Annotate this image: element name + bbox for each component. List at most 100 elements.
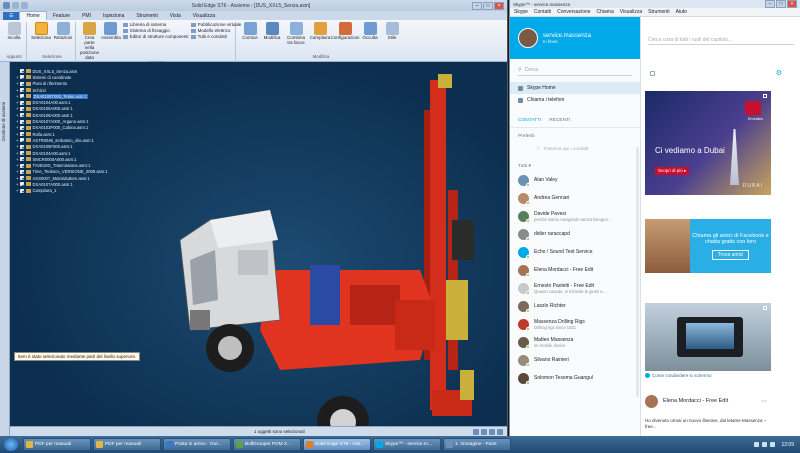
contact-item[interactable]: Echo / Sound Test Service — [510, 243, 640, 261]
avatar[interactable] — [518, 28, 538, 48]
tab-home[interactable]: Home — [19, 11, 47, 20]
create-part-button[interactable]: Crea parte nella posizione data — [80, 22, 99, 60]
contact-item[interactable]: Silvano Rainieri — [510, 351, 640, 369]
gear-icon[interactable]: ⚙ — [776, 69, 782, 77]
zoom-icon[interactable] — [473, 428, 479, 435]
checkbox[interactable] — [20, 113, 24, 118]
checkbox[interactable] — [20, 169, 24, 174]
tab-vista[interactable]: Vista — [164, 12, 187, 20]
checkbox[interactable] — [20, 157, 24, 162]
contact-item[interactable]: Massenza Drilling Rigs Drilling rigs sinc… — [510, 315, 640, 333]
checkbox[interactable] — [20, 144, 24, 149]
all-contacts-header[interactable]: Tutti ▾ — [510, 158, 640, 171]
taskbar-button[interactable]: BullGroupet POM X... — [233, 438, 301, 451]
checkbox[interactable] — [20, 75, 24, 80]
flag-icon[interactable] — [770, 442, 776, 447]
menu-contatti[interactable]: Contatti — [534, 9, 551, 15]
checkbox[interactable] — [20, 176, 24, 181]
tab-recenti[interactable]: RECENTI — [549, 118, 570, 123]
checkbox[interactable] — [20, 81, 24, 86]
contact-item[interactable]: Ernesto Paoletti - Free Edit Quanto casad… — [510, 279, 640, 297]
menu-conversazione[interactable]: Conversazione — [557, 9, 590, 15]
tubes-link[interactable]: Tubi e condotti — [191, 34, 242, 40]
checkbox[interactable] — [20, 119, 24, 124]
menu-strumenti[interactable]: Strumenti — [648, 9, 669, 15]
maximize-icon[interactable]: □ — [483, 1, 493, 10]
nav-call-phones[interactable]: Chiama i telefoni — [510, 94, 640, 106]
taskbar-button[interactable]: Skype™ - service.m... — [373, 438, 441, 451]
user-profile[interactable]: service.massenza In linea — [510, 17, 640, 59]
taskbar-button[interactable]: PDF per manuali — [23, 438, 91, 451]
checkbox[interactable] — [20, 163, 24, 168]
post-avatar[interactable] — [645, 395, 658, 408]
ad-close-icon[interactable] — [763, 94, 767, 98]
network-icon[interactable] — [754, 442, 760, 447]
app-menu-icon[interactable] — [3, 2, 10, 9]
frame-button[interactable]: Cornice — [240, 22, 260, 40]
clock[interactable]: 12:09 — [781, 442, 794, 448]
checkbox[interactable] — [20, 94, 24, 99]
checkbox[interactable] — [20, 69, 24, 74]
taskbar-button[interactable]: Posta in arrivo - Out... — [163, 438, 231, 451]
save-icon[interactable] — [12, 2, 19, 9]
menu-visualizza[interactable]: Visualizza — [620, 9, 642, 15]
close-icon[interactable]: × — [494, 1, 504, 10]
3d-viewport[interactable]: DUS_XXL5_Senza.asm + Sistemi di coordinate… — [10, 62, 507, 436]
contact-item[interactable]: Laszlo Richter — [510, 297, 640, 315]
skype-minimize-icon[interactable]: – — [765, 0, 775, 8]
screen-share-promo[interactable] — [645, 303, 771, 371]
style-button[interactable]: Stile — [382, 22, 402, 40]
contact-item[interactable]: Elena Mordacci - Free Edit — [510, 261, 640, 279]
start-button[interactable] — [4, 438, 18, 451]
facebook-friends-ad[interactable]: Chiama gli amici di Facebook e chatta gr… — [645, 219, 771, 273]
find-friends-button[interactable]: Trova amici — [711, 249, 750, 260]
checkbox[interactable] — [20, 182, 24, 187]
tab-visualizza[interactable]: Visualizza — [187, 12, 221, 20]
checkbox[interactable] — [20, 188, 24, 193]
checkbox[interactable] — [20, 132, 24, 137]
promo-close-icon[interactable] — [763, 306, 767, 310]
minimize-icon[interactable]: – — [472, 1, 482, 10]
volume-icon[interactable] — [762, 442, 768, 447]
combine-faces-button[interactable]: Combina tra facce — [284, 22, 308, 45]
more-icon[interactable]: ⋯ — [761, 398, 767, 405]
tab-strumenti[interactable]: Strumenti — [130, 12, 163, 20]
checkbox[interactable] — [20, 88, 24, 93]
taskbar-button[interactable]: PDF per manuali — [93, 438, 161, 451]
undo-icon[interactable] — [21, 2, 28, 9]
checkbox[interactable] — [20, 138, 24, 143]
paste-button[interactable]: Incolla — [4, 22, 24, 40]
contact-item[interactable]: Alan Valey — [510, 171, 640, 189]
checkbox[interactable] — [20, 100, 24, 105]
checkbox[interactable] — [20, 106, 24, 111]
tab-pmi[interactable]: PMI — [76, 12, 97, 20]
skype-close-icon[interactable]: × — [787, 0, 797, 8]
hatch-button[interactable]: Campitura — [310, 22, 330, 40]
structure-editor-link[interactable]: Editor di strutture componenti — [123, 34, 189, 40]
post-author[interactable]: Elena Mordacci - Free Edit — [663, 398, 728, 404]
tab-feature[interactable]: Feature — [47, 12, 76, 20]
app-button[interactable]: ☰ — [3, 12, 20, 20]
screen-share-caption[interactable]: Come condividere lo schermo — [645, 373, 712, 378]
select-button[interactable]: Seleziona — [31, 22, 51, 40]
emirates-ad[interactable]: Emirates Ci vediamo a Dubai Scopri di pi… — [645, 91, 771, 195]
assembly-pathfinder-strip[interactable]: Gestione di assiemi — [0, 62, 10, 436]
checkbox[interactable] — [20, 151, 24, 155]
assemble-button[interactable]: Assembla — [101, 22, 121, 40]
contact-search-input[interactable]: ⚲ Cerca — [518, 65, 632, 76]
pan-icon[interactable] — [481, 428, 487, 435]
contact-scrollbar[interactable] — [636, 147, 639, 397]
home-search-input[interactable]: Cerca cosa di tutti i ruoli del capitolo… — [648, 35, 794, 45]
fit-icon[interactable] — [497, 428, 503, 435]
rotate-icon[interactable] — [489, 428, 495, 435]
checkbox[interactable] — [20, 125, 24, 130]
relations-button[interactable]: Relazioni — [53, 22, 73, 40]
menu-chiama[interactable]: Chiama — [597, 9, 614, 15]
contact-item[interactable]: Matteo Massenza on mobile device — [510, 333, 640, 351]
taskbar-button[interactable]: Solid Edge ST6 - Ass... — [303, 438, 371, 451]
tree-item[interactable]: + Campitura_1 — [16, 188, 166, 194]
contact-item[interactable]: didier raraccapd — [510, 225, 640, 243]
drilling-rig-model[interactable] — [160, 70, 500, 430]
menu-aiuto[interactable]: Aiuto — [676, 9, 687, 15]
hide-button[interactable]: Occulta — [360, 22, 380, 40]
